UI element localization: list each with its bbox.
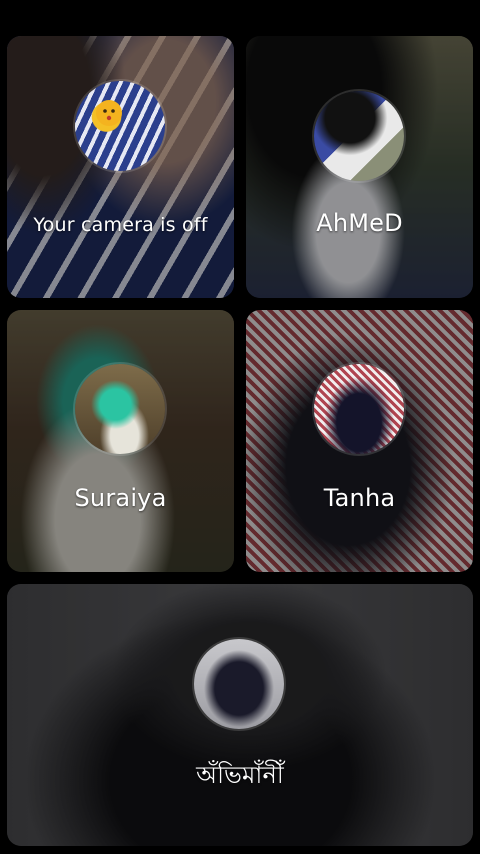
- camera-off-status: Your camera is off: [33, 214, 208, 236]
- participant-tile-tanha[interactable]: Tanha: [246, 310, 473, 572]
- participant-name: অঁভিমাঁনীঁ: [196, 761, 284, 789]
- participant-tile-suraiya[interactable]: Suraiya: [7, 310, 234, 572]
- participant-avatar: [194, 639, 284, 729]
- participant-name: Tanha: [323, 484, 396, 512]
- participant-tile-self[interactable]: Your camera is off: [7, 36, 234, 298]
- participant-avatar: [314, 91, 404, 181]
- participant-avatar: [314, 364, 404, 454]
- participant-name: AhMeD: [316, 209, 403, 237]
- participant-tile-bottom[interactable]: অঁভিমাঁনীঁ: [7, 584, 473, 846]
- participant-tile-ahmed[interactable]: AhMeD: [246, 36, 473, 298]
- participant-avatar: [75, 81, 165, 171]
- participant-name: Suraiya: [74, 484, 167, 512]
- participant-avatar: [75, 364, 165, 454]
- emoji-face-icon: [96, 100, 122, 126]
